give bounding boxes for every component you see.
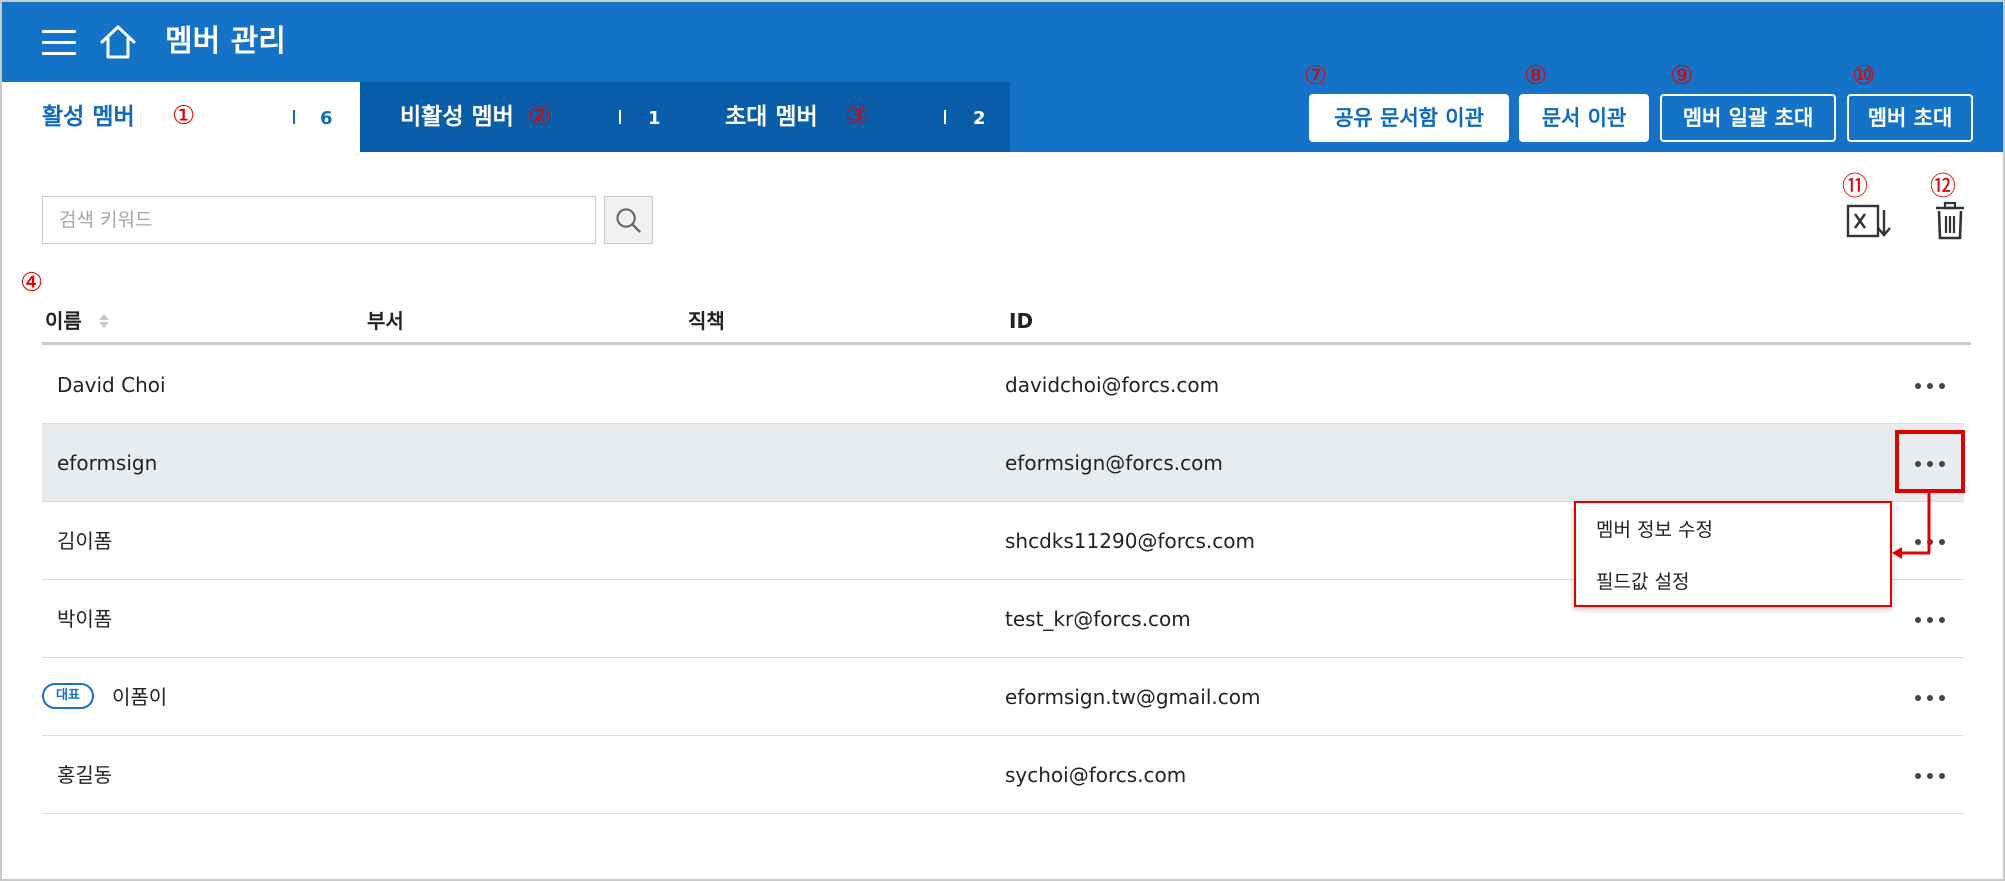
more-options-icon[interactable]: [1912, 683, 1948, 711]
column-header-position: 직책: [688, 309, 725, 333]
member-id: eformsign.tw@gmail.com: [1005, 685, 1261, 709]
hamburger-menu-icon[interactable]: [42, 30, 76, 58]
more-options-icon[interactable]: [1912, 761, 1948, 789]
annotation-marker: ⑧: [1524, 61, 1548, 91]
annotation-marker: ③: [845, 101, 869, 131]
tab-count: 2: [973, 108, 986, 129]
tab-label: 활성 멤버: [42, 104, 135, 130]
search-input[interactable]: [42, 196, 596, 244]
sort-icon[interactable]: [97, 311, 111, 331]
excel-download-icon[interactable]: [1844, 200, 1892, 242]
table-row[interactable]: David Choi davidchoi@forcs.com: [42, 346, 1964, 424]
annotation-marker: ⑦: [1304, 61, 1328, 91]
member-name: 이폼이: [112, 685, 168, 709]
tab-label: 비활성 멤버: [400, 104, 514, 130]
tab-count: 1: [648, 108, 661, 129]
annotation-marker: ④: [20, 268, 44, 298]
menu-item-field-value-settings[interactable]: 필드값 설정: [1596, 567, 1689, 597]
more-options-highlight: [1895, 430, 1965, 493]
annotation-marker: ②: [528, 101, 552, 131]
search-icon[interactable]: [604, 196, 653, 244]
tab-inactive-members[interactable]: 비활성 멤버 1: [360, 82, 685, 152]
menu-item-edit-member-info[interactable]: 멤버 정보 수정: [1596, 515, 1713, 545]
page-title: 멤버 관리: [165, 24, 286, 59]
column-header-department: 부서: [367, 309, 404, 333]
column-header-id: ID: [1009, 309, 1034, 333]
table-header-divider: [42, 342, 1971, 345]
tab-divider: [944, 110, 946, 124]
member-id: eformsign@forcs.com: [1005, 451, 1223, 475]
table-row[interactable]: 홍길동 sychoi@forcs.com: [42, 736, 1964, 814]
transfer-shared-inbox-button[interactable]: 공유 문서함 이관: [1309, 94, 1509, 142]
tab-count: 6: [320, 108, 333, 129]
member-name: 박이폼: [57, 607, 113, 631]
bulk-invite-button[interactable]: 멤버 일괄 초대: [1660, 94, 1836, 142]
more-options-icon[interactable]: [1912, 371, 1948, 399]
tab-divider: [293, 110, 295, 124]
column-header-label: 이름: [45, 309, 82, 333]
table-row[interactable]: eformsign eformsign@forcs.com: [42, 424, 1964, 502]
member-id: test_kr@forcs.com: [1005, 607, 1191, 631]
more-options-icon[interactable]: [1912, 605, 1948, 633]
row-context-menu: 멤버 정보 수정 필드값 설정: [1574, 501, 1892, 607]
home-icon[interactable]: [98, 22, 138, 62]
member-name: 홍길동: [57, 763, 113, 787]
invite-member-button[interactable]: 멤버 초대: [1847, 94, 1973, 142]
annotation-marker: ①: [172, 101, 196, 131]
annotation-marker: ⑩: [1852, 61, 1876, 91]
member-name: 김이폼: [57, 529, 113, 553]
trash-icon[interactable]: [1926, 200, 1974, 242]
table-row[interactable]: 대표 이폼이 eformsign.tw@gmail.com: [42, 658, 1964, 736]
member-id: davidchoi@forcs.com: [1005, 373, 1220, 397]
annotation-marker: ⑨: [1670, 61, 1694, 91]
member-name: David Choi: [57, 373, 166, 397]
tab-divider: [619, 110, 621, 124]
annotation-marker: ⑫: [1930, 172, 1957, 202]
tab-label: 초대 멤버: [725, 104, 818, 130]
transfer-documents-button[interactable]: 문서 이관: [1519, 94, 1649, 142]
callout-arrow: [1892, 547, 1930, 559]
member-name: eformsign: [57, 451, 158, 475]
column-header-name[interactable]: 이름: [45, 306, 111, 336]
member-id: sychoi@forcs.com: [1005, 763, 1187, 787]
annotation-marker: ⑪: [1842, 172, 1869, 202]
representative-badge: 대표: [42, 683, 94, 709]
member-id: shcdks11290@forcs.com: [1005, 529, 1255, 553]
